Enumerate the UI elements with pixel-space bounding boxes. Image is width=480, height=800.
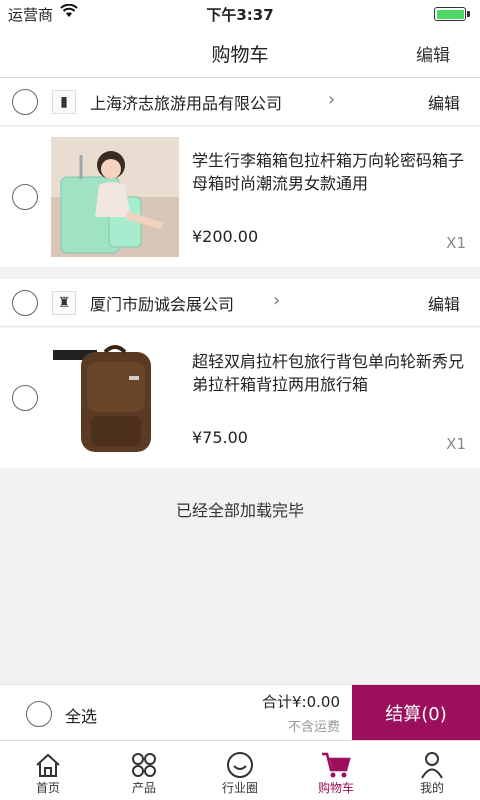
- product-quantity: X1: [446, 435, 466, 453]
- select-all-label[interactable]: 全选: [65, 703, 97, 727]
- product-price: ¥200.00: [192, 227, 259, 246]
- smile-icon: [192, 749, 288, 781]
- product-image[interactable]: [51, 137, 179, 257]
- tab-label: 我的: [419, 781, 444, 795]
- tab-industry[interactable]: 行业圈: [192, 741, 288, 800]
- checkout-button[interactable]: 结算(0): [352, 685, 480, 741]
- shop-edit-button[interactable]: 编辑: [428, 90, 460, 114]
- chevron-right-icon[interactable]: ›: [328, 89, 335, 110]
- tab-bar: 首页 产品 行业圈 购物车 我的: [0, 740, 480, 800]
- tab-products[interactable]: 产品: [96, 741, 192, 800]
- product-image[interactable]: [51, 338, 179, 458]
- person-icon: [384, 749, 480, 781]
- tab-home[interactable]: 首页: [0, 741, 96, 800]
- product-price: ¥75.00: [192, 428, 248, 447]
- item-select-radio[interactable]: [12, 184, 38, 210]
- cart-item: 超轻双肩拉杆包旅行背包单向轮新秀兄弟拉杆箱背拉两用旅行箱 ¥75.00 X1: [0, 328, 480, 468]
- total-amount: 合计¥:0.00: [262, 693, 340, 711]
- end-of-list-text: 已经全部加载完毕: [175, 501, 304, 520]
- product-quantity: X1: [446, 234, 466, 252]
- tab-cart[interactable]: 购物车: [288, 741, 384, 800]
- tab-label: 首页: [35, 781, 60, 795]
- shipping-note: 不含运费: [287, 720, 340, 735]
- chevron-right-icon[interactable]: ›: [273, 290, 280, 311]
- shop-name[interactable]: 厦门市励诚会展公司: [90, 291, 234, 315]
- page-title: 购物车: [211, 44, 269, 66]
- status-bar: 运营商 下午3:37: [0, 0, 480, 28]
- battery-cap: [467, 11, 470, 17]
- product-title[interactable]: 学生行李箱箱包拉杆箱万向轮密码箱子母箱时尚潮流男女款通用: [192, 149, 467, 195]
- shop-header: ▮ 上海济志旅游用品有限公司 › 编辑: [0, 78, 480, 126]
- grid-icon: [96, 749, 192, 781]
- tab-label: 行业圈: [221, 781, 258, 795]
- checkout-bar: 全选 合计¥:0.00 不含运费 结算(0): [0, 684, 480, 741]
- shop-logo-icon: ▮: [52, 90, 76, 114]
- shop-header: ♜ 厦门市励诚会展公司 › 编辑: [0, 279, 480, 327]
- item-select-radio[interactable]: [12, 385, 38, 411]
- shop-select-radio[interactable]: [12, 290, 38, 316]
- select-all-radio[interactable]: [26, 701, 52, 727]
- battery-icon: [434, 7, 466, 21]
- clock: 下午3:37: [206, 6, 274, 24]
- shop-select-radio[interactable]: [12, 89, 38, 115]
- shop-logo-icon: ♜: [52, 291, 76, 315]
- shop-edit-button[interactable]: 编辑: [428, 291, 460, 315]
- nav-bar: 购物车 编辑: [0, 28, 480, 78]
- edit-button[interactable]: 编辑: [416, 41, 450, 66]
- product-title[interactable]: 超轻双肩拉杆包旅行背包单向轮新秀兄弟拉杆箱背拉两用旅行箱: [192, 350, 467, 396]
- tab-mine[interactable]: 我的: [384, 741, 480, 800]
- tab-label: 产品: [131, 781, 156, 795]
- cart-icon: [288, 749, 384, 781]
- tab-label: 购物车: [317, 781, 354, 795]
- shop-name[interactable]: 上海济志旅游用品有限公司: [90, 90, 282, 114]
- home-icon: [0, 749, 96, 781]
- cart-item: 学生行李箱箱包拉杆箱万向轮密码箱子母箱时尚潮流男女款通用 ¥200.00 X1: [0, 127, 480, 267]
